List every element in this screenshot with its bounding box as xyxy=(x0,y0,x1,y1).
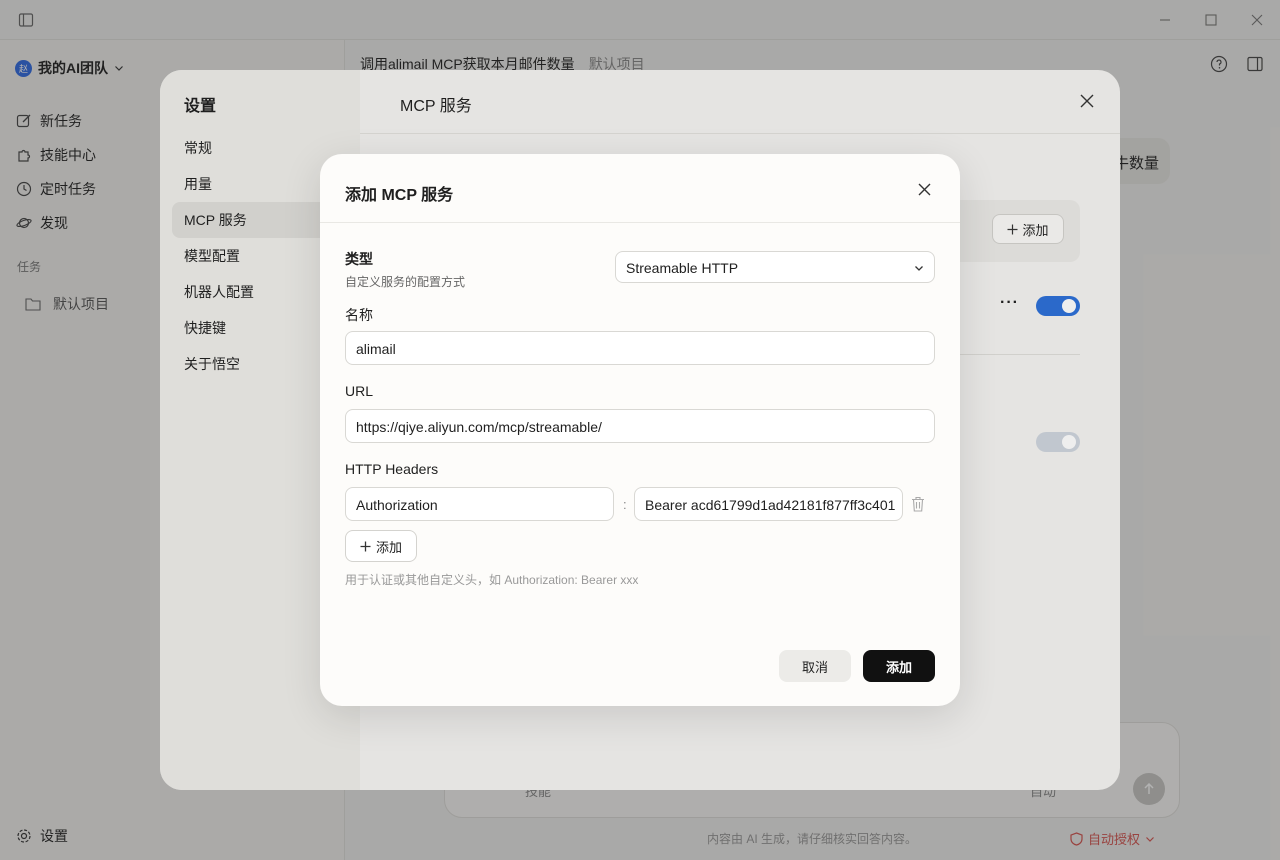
trash-icon xyxy=(912,496,924,512)
divider xyxy=(320,222,960,223)
close-icon xyxy=(918,183,931,196)
plus-icon xyxy=(360,541,371,551)
type-select[interactable]: Streamable HTTP xyxy=(615,251,935,283)
url-input[interactable]: https://qiye.aliyun.com/mcp/streamable/ xyxy=(345,409,935,443)
add-header-button[interactable]: 添加 xyxy=(345,530,417,562)
submit-add-button[interactable]: 添加 xyxy=(863,650,935,682)
name-input-value: alimail xyxy=(356,341,396,357)
header-key-value: Authorization xyxy=(356,497,438,513)
name-label: 名称 xyxy=(345,307,373,323)
header-value-input[interactable]: Bearer acd61799d1ad42181f877ff3c401 xyxy=(634,487,903,521)
header-value-value: Bearer acd61799d1ad42181f877ff3c401 xyxy=(645,497,896,513)
headers-helper-text: 用于认证或其他自定义头，如 Authorization: Bearer xxx xyxy=(345,573,639,587)
type-hint: 自定义服务的配置方式 xyxy=(345,275,466,289)
header-separator: : xyxy=(623,497,627,512)
close-dialog-button[interactable] xyxy=(918,183,931,196)
header-key-input[interactable]: Authorization xyxy=(345,487,614,521)
url-label: URL xyxy=(345,383,374,399)
type-label: 类型 xyxy=(345,251,373,267)
chevron-down-icon xyxy=(915,266,923,271)
dialog-title: 添加 MCP 服务 xyxy=(345,187,454,204)
url-input-value: https://qiye.aliyun.com/mcp/streamable/ xyxy=(356,419,602,435)
delete-header-button[interactable] xyxy=(911,496,925,512)
name-input[interactable]: alimail xyxy=(345,331,935,365)
add-header-label: 添加 xyxy=(375,539,402,555)
cancel-button[interactable]: 取消 xyxy=(779,650,851,682)
add-mcp-dialog: 添加 MCP 服务 类型 自定义服务的配置方式 Streamable HTTP … xyxy=(320,154,960,706)
type-select-value: Streamable HTTP xyxy=(626,260,739,276)
headers-label: HTTP Headers xyxy=(345,461,439,477)
